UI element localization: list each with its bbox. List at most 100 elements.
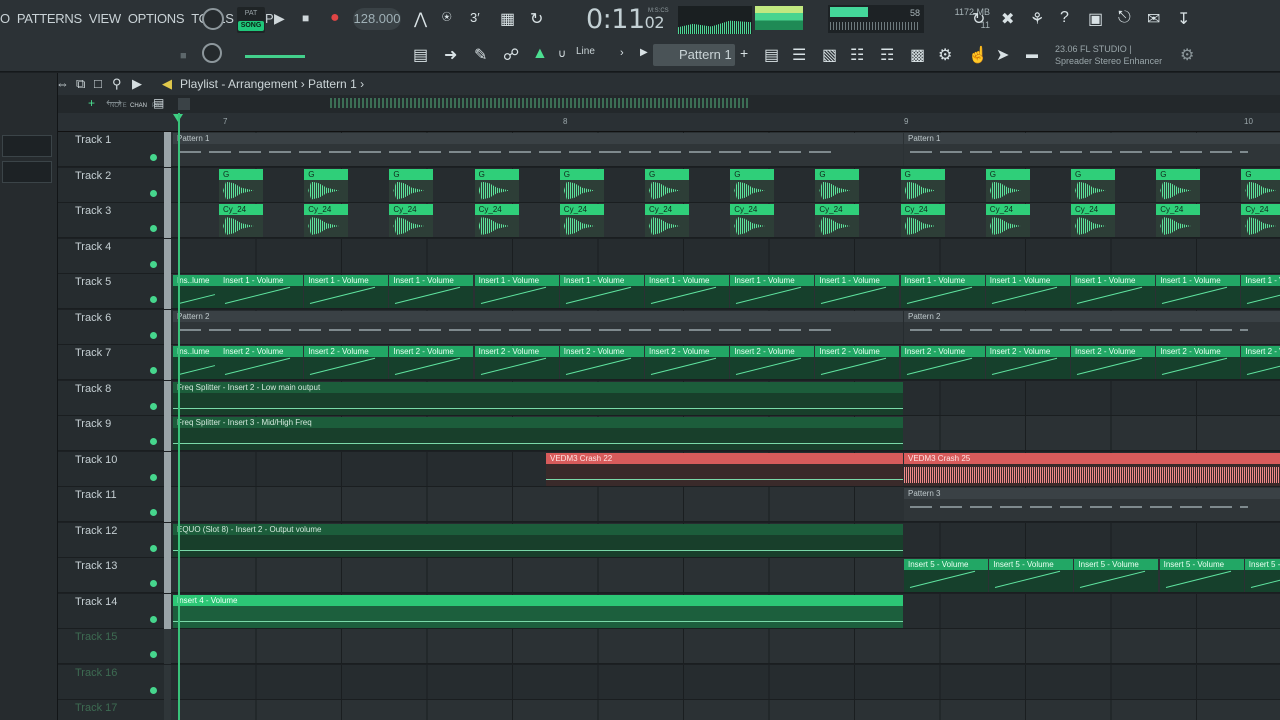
clip[interactable]: G <box>474 168 519 202</box>
clip[interactable]: Insert 5 - Volume <box>989 559 1074 592</box>
clip[interactable]: VEDM3 Crash 25 <box>904 452 1280 486</box>
track-name[interactable]: Track 8 <box>75 383 111 395</box>
playlist-breadcrumb[interactable]: Playlist - Arrangement › Pattern 1 › <box>180 77 364 91</box>
playlist-menu-icon[interactable]: ◀ <box>162 76 172 92</box>
step-edit-icon[interactable]: ▦ <box>500 9 515 29</box>
plugin-icon[interactable]: ⚙ <box>938 45 952 65</box>
track-lane[interactable]: Freq Splitter - Insert 2 - Low main outp… <box>171 380 1280 416</box>
track-lane[interactable]: Cy_24 Cy_24 Cy_24 Cy_24 Cy_24 Cy_24 Cy_24 Cy_24… <box>171 203 1280 238</box>
track-enable-led[interactable] <box>150 473 157 481</box>
track-header[interactable]: Track 4 <box>58 238 164 274</box>
piano-roll-icon[interactable]: ▤ <box>413 45 428 65</box>
browser-icon[interactable]: ☷ <box>850 45 864 65</box>
menu-view[interactable]: VIEW <box>89 11 121 26</box>
clip[interactable]: Insert 2 - Volume <box>1156 346 1241 379</box>
clip[interactable]: Insert 1 - Volume <box>1241 275 1280 308</box>
clip[interactable]: VEDM3 Crash 22 <box>546 452 903 486</box>
project-icon[interactable]: ▩ <box>910 45 925 65</box>
clip[interactable]: Cy_24 <box>900 204 945 237</box>
metronome-icon[interactable]: ⋀ <box>414 9 427 29</box>
track-enable-led[interactable] <box>150 367 157 374</box>
clip[interactable]: Insert 1 - Volume <box>815 275 900 308</box>
clip[interactable]: Pattern 3 <box>904 488 1280 521</box>
undo-icon[interactable]: ↻ <box>972 9 985 29</box>
clip[interactable]: Cy_24 <box>1241 204 1280 237</box>
track-lane[interactable]: Pattern 2 Pattern 2 <box>171 309 1280 345</box>
arrow-right-icon[interactable]: ➜ <box>444 45 457 65</box>
track-header[interactable]: Track 8 <box>58 380 164 416</box>
clip[interactable]: G <box>815 168 860 202</box>
clip[interactable]: Pattern 1 <box>904 133 1280 166</box>
stop-button[interactable]: ■ <box>302 11 309 25</box>
settings-icon[interactable]: ⚙ <box>1180 45 1194 65</box>
menu-options[interactable]: OPTIONS <box>128 11 185 26</box>
clip[interactable]: Insert 5 - Volume <box>904 559 988 592</box>
track-name[interactable]: Track 10 <box>75 454 117 466</box>
chat-icon[interactable]: ✉ <box>1147 9 1160 29</box>
track-enable-led[interactable] <box>150 331 157 339</box>
track-resize-handle[interactable] <box>164 522 171 558</box>
clip[interactable]: Cy_24 <box>985 204 1030 237</box>
track-lane[interactable]: GGGGGGGGGGGGG <box>171 167 1280 203</box>
track-name[interactable]: Track 7 <box>75 347 111 359</box>
track-name[interactable]: Track 9 <box>75 418 111 430</box>
track-lane[interactable] <box>171 629 1280 664</box>
track-header[interactable]: Track 6 <box>58 309 164 345</box>
track-resize-handle[interactable] <box>164 487 171 522</box>
magnet-icon[interactable]: ∪ <box>558 47 566 60</box>
clip[interactable]: Insert 2 - Volume <box>645 346 729 379</box>
clip[interactable]: Cy_24 <box>559 204 604 237</box>
clip[interactable]: Freq Splitter - Insert 2 - Low main outp… <box>173 381 903 415</box>
track-enable-led[interactable] <box>150 189 157 197</box>
stamp-icon[interactable]: ▲ <box>532 45 548 63</box>
track-name[interactable]: Track 6 <box>75 312 111 324</box>
track-name[interactable]: Track 15 <box>75 631 117 643</box>
playhead[interactable] <box>178 113 180 720</box>
mixer-icon[interactable]: ☰ <box>792 45 806 65</box>
microphone-icon[interactable]: ⚘ <box>1030 9 1044 29</box>
clip[interactable]: Insert 2 - Volume <box>304 346 389 379</box>
track-lane[interactable]: Pattern 1 Pattern 1 <box>171 132 1280 167</box>
chan-label[interactable]: CHAN <box>130 103 147 109</box>
pattern-selector[interactable]: Pattern 1 <box>653 44 735 66</box>
track-resize-handle[interactable] <box>164 345 171 380</box>
playlist-icon[interactable]: ▤ <box>764 45 779 65</box>
track-name[interactable]: Track 11 <box>75 489 117 501</box>
tools-icon[interactable]: ✖ <box>1001 9 1014 29</box>
track-enable-led[interactable] <box>150 225 157 232</box>
overview-scrollbar[interactable] <box>330 98 750 108</box>
track-name[interactable]: Track 17 <box>75 702 117 714</box>
clip[interactable]: Insert 1 - Volume <box>304 275 389 308</box>
clip[interactable]: Insert 2 - Volume <box>900 346 985 379</box>
track-header[interactable]: Track 12 <box>58 522 164 558</box>
clip[interactable]: G <box>1241 168 1280 202</box>
track-name[interactable]: Track 2 <box>75 170 111 182</box>
timeline-ruler[interactable]: 7 8 9 10 <box>58 113 1280 132</box>
track-resize-handle[interactable] <box>164 167 171 203</box>
pattern-prev-icon[interactable]: ▶ <box>640 47 648 58</box>
track-header[interactable]: Track 11 <box>58 487 164 522</box>
tempo-tap-icon[interactable]: ▬ <box>1026 47 1038 61</box>
add-pattern-icon[interactable]: + <box>740 45 748 61</box>
clip[interactable]: Pattern 1 <box>173 133 903 166</box>
clip[interactable]: Insert 2 - Volume <box>219 346 303 379</box>
touch-icon[interactable]: ☝ <box>968 45 988 65</box>
track-name[interactable]: Track 5 <box>75 276 111 288</box>
clip[interactable]: G <box>1071 168 1115 202</box>
loop-record-icon[interactable]: ↻ <box>530 9 543 29</box>
track-lane[interactable]: EQUO (Slot 8) - Insert 2 - Output volume <box>171 522 1280 558</box>
master-volume-knob[interactable] <box>202 8 224 30</box>
clip[interactable]: Insert 1 - Volume <box>985 275 1070 308</box>
track-name[interactable]: Track 16 <box>75 667 117 679</box>
clip[interactable]: G <box>389 168 434 202</box>
track-name[interactable]: Track 3 <box>75 205 111 217</box>
track-enable-led[interactable] <box>150 296 157 303</box>
clip[interactable]: Insert 5 - Volume <box>1074 559 1159 592</box>
track-resize-handle[interactable] <box>164 700 171 720</box>
pattern-song-toggle[interactable]: PAT SONG <box>237 7 265 33</box>
clip[interactable]: Insert 2 - Volume <box>474 346 559 379</box>
track-enable-led[interactable] <box>150 260 157 268</box>
clip[interactable]: Cy_24 <box>1071 204 1115 237</box>
track-lane[interactable]: Freq Splitter - Insert 3 - Mid/High Freq <box>171 416 1280 451</box>
track-enable-led[interactable] <box>150 544 157 552</box>
